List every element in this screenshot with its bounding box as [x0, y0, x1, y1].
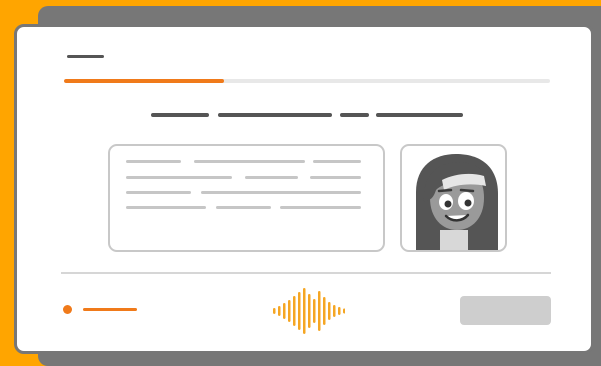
waveform-bar — [318, 291, 321, 331]
continue-button[interactable] — [460, 296, 551, 325]
waveform-bar — [313, 299, 316, 323]
text-line — [126, 206, 206, 209]
prompt-word-4 — [376, 113, 463, 117]
audio-waveform-button[interactable] — [271, 285, 346, 337]
audio-waveform-icon — [273, 288, 346, 334]
text-line — [126, 176, 232, 179]
status-text-placeholder — [83, 308, 137, 311]
waveform-bar — [338, 307, 341, 315]
speech-bubble-text-box — [108, 144, 385, 252]
waveform-bar — [273, 308, 276, 314]
prompt-word-2 — [218, 113, 332, 117]
lesson-progress-fill — [64, 79, 225, 83]
section-divider — [61, 272, 551, 274]
waveform-bar — [333, 305, 336, 317]
waveform-bar — [343, 308, 346, 314]
status-indicator-dot — [63, 305, 72, 314]
waveform-bar — [323, 297, 326, 325]
waveform-bar — [308, 294, 311, 328]
text-line — [201, 191, 361, 194]
waveform-bar — [288, 300, 291, 322]
prompt-word-1 — [151, 113, 209, 117]
waveform-bar — [278, 306, 281, 316]
text-line — [245, 176, 298, 179]
waveform-bar — [328, 302, 331, 320]
waveform-bar — [283, 303, 286, 319]
waveform-bar — [298, 292, 301, 330]
waveform-bar — [293, 296, 296, 326]
text-line — [126, 160, 181, 163]
lesson-progress-bar — [64, 79, 550, 83]
text-line — [194, 160, 305, 163]
text-line — [216, 206, 271, 209]
prompt-text-placeholder — [151, 113, 471, 117]
lesson-card — [14, 24, 594, 354]
character-avatar-card — [400, 144, 507, 252]
text-line — [313, 160, 361, 163]
text-line — [310, 176, 361, 179]
character-avatar-icon — [416, 154, 498, 250]
text-line — [280, 206, 361, 209]
waveform-bar — [303, 288, 306, 334]
prompt-word-3 — [340, 113, 369, 117]
text-line — [126, 191, 191, 194]
header-title-placeholder — [67, 55, 104, 58]
